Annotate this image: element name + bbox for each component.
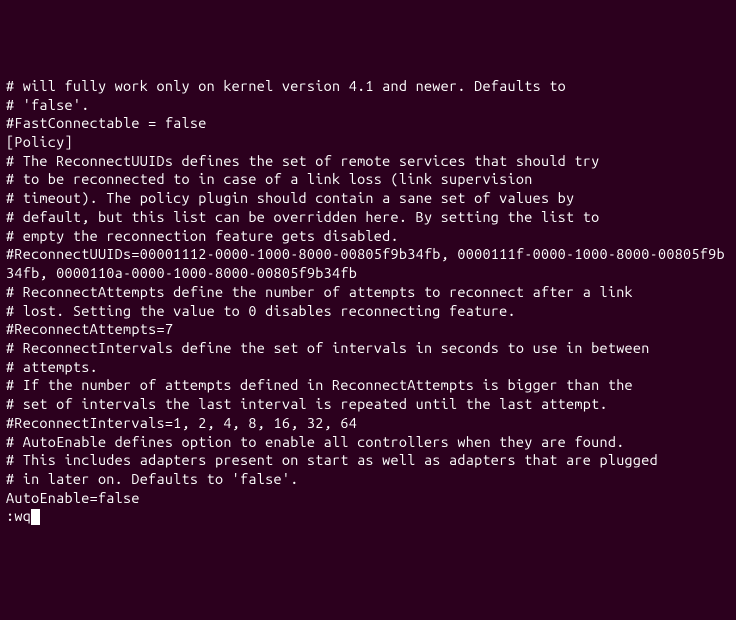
config-line: # lost. Setting the value to 0 disables … — [6, 302, 730, 321]
config-line: AutoEnable=false — [6, 489, 730, 508]
config-line: #ReconnectUUIDs=00001112-0000-1000-8000-… — [6, 245, 730, 282]
cursor-icon — [31, 509, 40, 525]
vim-command-line[interactable]: :wq — [6, 507, 730, 526]
config-line: # 'false'. — [6, 96, 730, 115]
config-line: # empty the reconnection feature gets di… — [6, 227, 730, 246]
config-line: # timeout). The policy plugin should con… — [6, 189, 730, 208]
config-line: # default, but this list can be overridd… — [6, 208, 730, 227]
terminal-editor-viewport[interactable]: # will fully work only on kernel version… — [6, 77, 730, 526]
config-line: #FastConnectable = false — [6, 114, 730, 133]
config-line: [Policy] — [6, 133, 730, 152]
config-line: # to be reconnected to in case of a link… — [6, 170, 730, 189]
config-line: # in later on. Defaults to 'false'. — [6, 470, 730, 489]
config-line: # AutoEnable defines option to enable al… — [6, 433, 730, 452]
config-line: # This includes adapters present on star… — [6, 451, 730, 470]
config-line: # If the number of attempts defined in R… — [6, 376, 730, 395]
config-line: # ReconnectIntervals define the set of i… — [6, 339, 730, 358]
config-line: # will fully work only on kernel version… — [6, 77, 730, 96]
config-line: # ReconnectAttempts define the number of… — [6, 283, 730, 302]
config-line: # attempts. — [6, 358, 730, 377]
config-line: # set of intervals the last interval is … — [6, 395, 730, 414]
config-line: #ReconnectAttempts=7 — [6, 320, 730, 339]
config-line: # The ReconnectUUIDs defines the set of … — [6, 152, 730, 171]
vim-command-text: :wq — [6, 507, 31, 526]
config-line: #ReconnectIntervals=1, 2, 4, 8, 16, 32, … — [6, 414, 730, 433]
